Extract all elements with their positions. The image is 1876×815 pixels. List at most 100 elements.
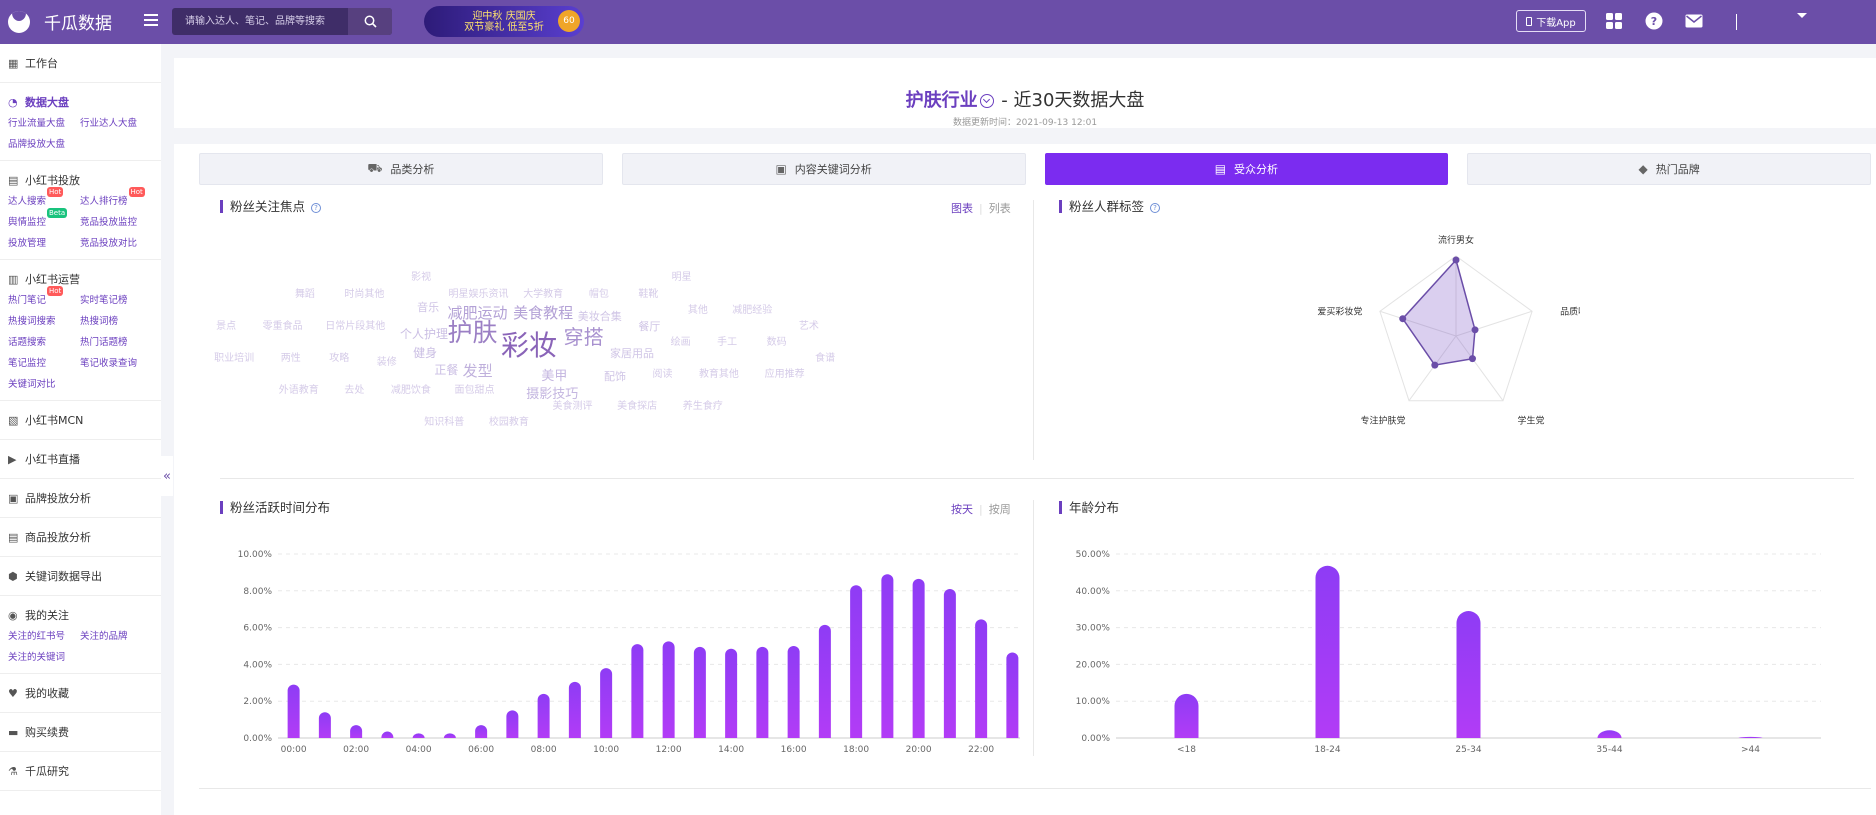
sidebar-item[interactable]: ♥ 我的收藏 bbox=[8, 674, 153, 712]
sidebar-item[interactable]: ⚗ 千瓜研究 bbox=[8, 752, 153, 790]
info-icon[interactable]: ? bbox=[311, 202, 322, 213]
bar[interactable] bbox=[1738, 736, 1763, 738]
bar[interactable] bbox=[318, 712, 331, 738]
search-input[interactable] bbox=[172, 8, 348, 35]
bar[interactable] bbox=[787, 646, 800, 738]
focus-word[interactable]: 影视 bbox=[411, 268, 431, 283]
focus-word[interactable]: 美食测评 bbox=[552, 397, 592, 412]
view-chart-button[interactable]: 图表 bbox=[951, 202, 973, 215]
bar[interactable] bbox=[975, 619, 988, 738]
search-button[interactable] bbox=[348, 8, 392, 35]
sidebar-item[interactable]: ▣ 品牌投放分析 bbox=[8, 479, 153, 517]
focus-word[interactable]: 两性 bbox=[281, 349, 301, 364]
focus-word[interactable]: 减肥运动 bbox=[447, 302, 507, 323]
bar[interactable] bbox=[1174, 693, 1199, 738]
radar-point[interactable] bbox=[1452, 256, 1460, 264]
focus-word[interactable]: 餐厅 bbox=[638, 318, 660, 334]
sidebar-item[interactable]: ⬢ 关键词数据导出 bbox=[8, 557, 153, 595]
focus-word[interactable]: 舞蹈 bbox=[295, 285, 315, 300]
bar[interactable] bbox=[693, 646, 706, 738]
bar[interactable] bbox=[475, 725, 488, 738]
focus-word[interactable]: 养生食疗 bbox=[683, 397, 723, 412]
bar[interactable] bbox=[1315, 565, 1340, 738]
sidebar-item[interactable]: ▤ 商品投放分析 bbox=[8, 518, 153, 556]
bar[interactable] bbox=[756, 646, 769, 738]
sidebar-link[interactable]: 达人搜索 Hot bbox=[8, 187, 80, 207]
bar[interactable] bbox=[725, 648, 738, 738]
focus-word[interactable]: 穿搭 bbox=[564, 321, 604, 350]
radar-point[interactable] bbox=[1431, 361, 1439, 369]
focus-word[interactable]: 教育其他 bbox=[699, 365, 739, 380]
focus-word[interactable]: 明星 bbox=[672, 268, 692, 283]
by-day-button[interactable]: 按天 bbox=[951, 503, 973, 516]
industry-selector[interactable]: 护肤行业 bbox=[906, 90, 978, 111]
focus-word[interactable]: 发型 bbox=[463, 360, 493, 381]
sidebar-link[interactable]: 竞品投放对比 bbox=[80, 235, 158, 249]
bar[interactable] bbox=[1456, 611, 1481, 738]
sidebar-link[interactable]: 行业达人大盘 bbox=[80, 115, 158, 129]
download-app-button[interactable]: 下载App bbox=[1516, 10, 1586, 32]
focus-word[interactable]: 彩妆 bbox=[501, 324, 557, 364]
focus-word[interactable]: 艺术 bbox=[799, 317, 819, 332]
focus-word[interactable]: 阅读 bbox=[652, 365, 672, 380]
focus-word[interactable]: 面包甜点 bbox=[455, 381, 495, 396]
focus-word[interactable]: 帽包 bbox=[589, 285, 609, 300]
focus-word[interactable]: 知识科普 bbox=[424, 413, 464, 428]
sidebar-link[interactable]: 关注的品牌 bbox=[80, 628, 158, 642]
sidebar-link[interactable]: 话题搜索 bbox=[8, 334, 80, 348]
bar[interactable] bbox=[568, 681, 581, 738]
focus-word[interactable]: 个人护理 bbox=[400, 325, 448, 342]
focus-word[interactable]: 绘画 bbox=[671, 333, 691, 348]
bar[interactable] bbox=[1597, 730, 1622, 738]
sidebar-link[interactable]: 竞品投放监控 bbox=[80, 214, 158, 228]
bar[interactable] bbox=[912, 578, 925, 738]
tab-0[interactable]: ⛟ 品类分析 bbox=[199, 153, 603, 185]
focus-word[interactable]: 其他 bbox=[688, 301, 708, 316]
focus-word[interactable]: 美食教程 bbox=[513, 302, 573, 323]
sidebar-link[interactable]: 关键词对比 bbox=[8, 376, 80, 390]
radar-point[interactable] bbox=[1471, 326, 1479, 334]
focus-word[interactable]: 美甲 bbox=[541, 365, 567, 384]
bar[interactable] bbox=[881, 574, 894, 738]
sidebar-item[interactable]: ▦ 工作台 bbox=[8, 44, 153, 82]
tab-3[interactable]: ◆ 热门品牌 bbox=[1467, 153, 1871, 185]
radar-point[interactable] bbox=[1399, 315, 1407, 323]
menu-toggle-icon[interactable] bbox=[144, 14, 158, 26]
sidebar-collapse-icon[interactable]: « bbox=[161, 456, 173, 496]
sidebar-item[interactable]: ▶ 小红书直播 bbox=[8, 440, 153, 478]
focus-word[interactable]: 手工 bbox=[717, 333, 737, 348]
user-dropdown-caret-icon[interactable] bbox=[1797, 13, 1807, 18]
focus-word[interactable]: 大学教育 bbox=[523, 285, 563, 300]
bar[interactable] bbox=[350, 725, 363, 738]
industry-dropdown-icon[interactable] bbox=[979, 94, 994, 108]
focus-word[interactable]: 明星娱乐资讯 bbox=[448, 285, 508, 300]
sidebar-link[interactable]: 热门笔记 Hot bbox=[8, 286, 80, 306]
apps-icon[interactable] bbox=[1604, 11, 1624, 31]
focus-word[interactable]: 景点 bbox=[216, 317, 236, 332]
bar[interactable] bbox=[443, 733, 456, 738]
sidebar-link[interactable]: 笔记监控 bbox=[8, 355, 80, 369]
bar[interactable] bbox=[631, 644, 644, 738]
focus-word[interactable]: 食谱 bbox=[815, 349, 835, 364]
view-list-button[interactable]: 列表 bbox=[989, 202, 1011, 215]
focus-word[interactable]: 鞋靴 bbox=[638, 285, 658, 300]
sidebar-item[interactable]: ▬ 购买续费 bbox=[8, 713, 153, 751]
focus-word[interactable]: 音乐 bbox=[417, 299, 439, 315]
sidebar-link[interactable]: 舆情监控 Beta bbox=[8, 208, 80, 228]
radar-point[interactable] bbox=[1468, 355, 1476, 363]
info-icon[interactable]: ? bbox=[1150, 202, 1161, 213]
sidebar-link[interactable]: 实时笔记榜 bbox=[80, 292, 158, 306]
bar[interactable] bbox=[412, 733, 425, 738]
mail-icon[interactable] bbox=[1684, 11, 1704, 31]
bar[interactable] bbox=[381, 731, 394, 738]
focus-word[interactable]: 正餐 bbox=[434, 361, 458, 378]
sidebar-link[interactable]: 关注的关键词 bbox=[8, 649, 80, 663]
bar[interactable] bbox=[287, 684, 300, 738]
focus-word[interactable]: 减肥经验 bbox=[732, 301, 772, 316]
sidebar-link[interactable]: 笔记收录查询 bbox=[80, 355, 158, 369]
focus-word[interactable]: 数码 bbox=[767, 333, 787, 348]
sidebar-link[interactable]: 投放管理 bbox=[8, 235, 80, 249]
focus-word[interactable]: 健身 bbox=[413, 344, 437, 361]
by-week-button[interactable]: 按周 bbox=[989, 503, 1011, 516]
focus-word[interactable]: 美妆合集 bbox=[578, 308, 622, 324]
